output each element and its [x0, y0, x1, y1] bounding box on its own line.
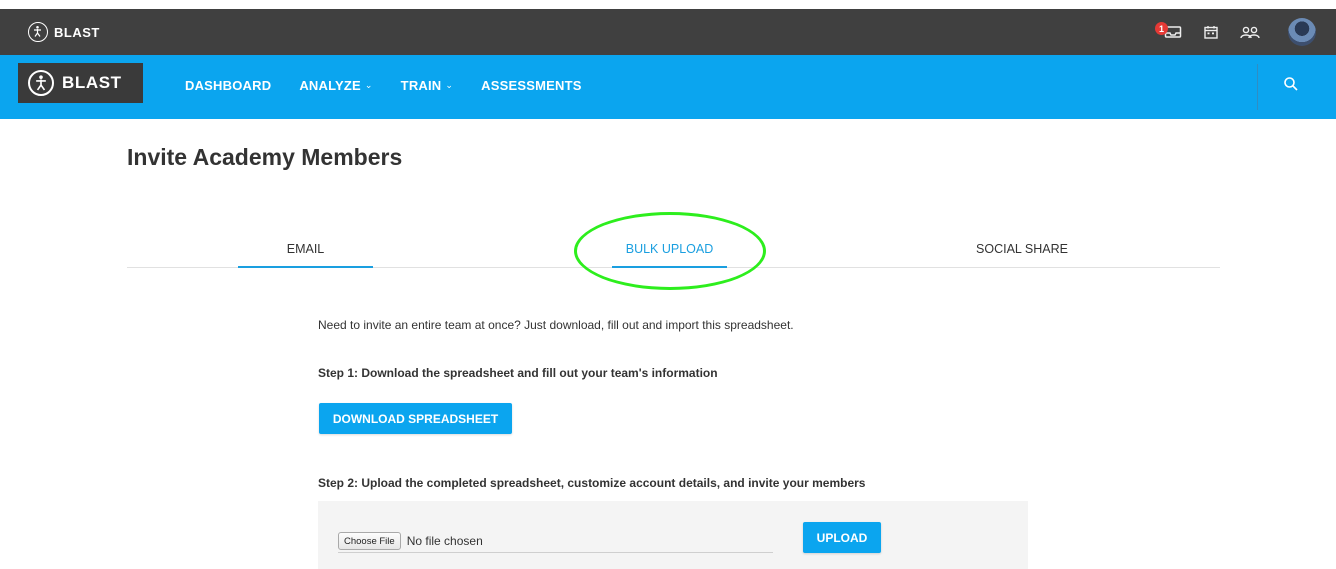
nav-train-label: TRAIN: [400, 78, 442, 93]
nav-assessments-label: ASSESSMENTS: [481, 78, 582, 93]
tab-email-label: EMAIL: [286, 242, 325, 256]
blast-logo-icon: [28, 22, 48, 42]
inbox-button[interactable]: 1: [1155, 22, 1182, 39]
nav-analyze[interactable]: ANALYZE ⌄: [299, 78, 372, 93]
intro-text: Need to invite an entire team at once? J…: [318, 318, 794, 332]
top-bar: BLAST 1: [0, 9, 1336, 55]
step2-text: Step 2: Upload the completed spreadsheet…: [318, 476, 866, 490]
file-input[interactable]: Choose File No file chosen: [338, 530, 773, 553]
chevron-down-icon: ⌄: [445, 80, 454, 90]
calendar-icon: [1204, 26, 1218, 39]
upload-button[interactable]: UPLOAD: [803, 522, 881, 553]
tab-social-share[interactable]: SOCIAL SHARE: [957, 232, 1087, 266]
team-button[interactable]: [1240, 25, 1260, 39]
step1-text: Step 1: Download the spreadsheet and fil…: [318, 366, 718, 380]
blast-logo-icon: [28, 70, 54, 96]
tab-bulk-upload-label: BULK UPLOAD: [625, 242, 714, 256]
upload-area: Choose File No file chosen UPLOAD: [318, 501, 1028, 569]
tab-social-share-label: SOCIAL SHARE: [976, 242, 1068, 256]
choose-file-button[interactable]: Choose File: [338, 532, 401, 550]
nav-divider: [1257, 64, 1258, 110]
calendar-button[interactable]: [1204, 25, 1218, 39]
nav-logo[interactable]: BLAST: [18, 63, 143, 103]
chevron-down-icon: ⌄: [364, 80, 373, 90]
nav-analyze-label: ANALYZE: [299, 78, 361, 93]
notification-badge: 1: [1155, 22, 1168, 35]
top-brand[interactable]: BLAST: [28, 21, 100, 43]
nav-assessments[interactable]: ASSESSMENTS: [481, 78, 581, 93]
nav-dashboard-label: DASHBOARD: [185, 78, 272, 93]
search-icon[interactable]: [1283, 76, 1299, 92]
nav-logo-label: BLAST: [62, 73, 122, 92]
download-spreadsheet-button[interactable]: DOWNLOAD SPREADSHEET: [319, 403, 512, 434]
nav-train[interactable]: TRAIN ⌄: [401, 78, 453, 93]
tab-email[interactable]: EMAIL: [238, 232, 373, 268]
nav-dashboard[interactable]: DASHBOARD: [185, 78, 271, 93]
file-status: No file chosen: [406, 534, 483, 548]
page-title: Invite Academy Members: [127, 144, 403, 170]
avatar[interactable]: [1288, 18, 1316, 46]
top-brand-label: BLAST: [54, 24, 100, 40]
invite-tabs: EMAIL BULK UPLOAD SOCIAL SHARE: [127, 232, 1220, 268]
main-navbar: BLAST DASHBOARD ANALYZE ⌄ TRAIN ⌄ ASSESSME…: [0, 55, 1336, 119]
tab-bulk-upload[interactable]: BULK UPLOAD: [612, 232, 727, 268]
team-icon: [1240, 26, 1260, 39]
